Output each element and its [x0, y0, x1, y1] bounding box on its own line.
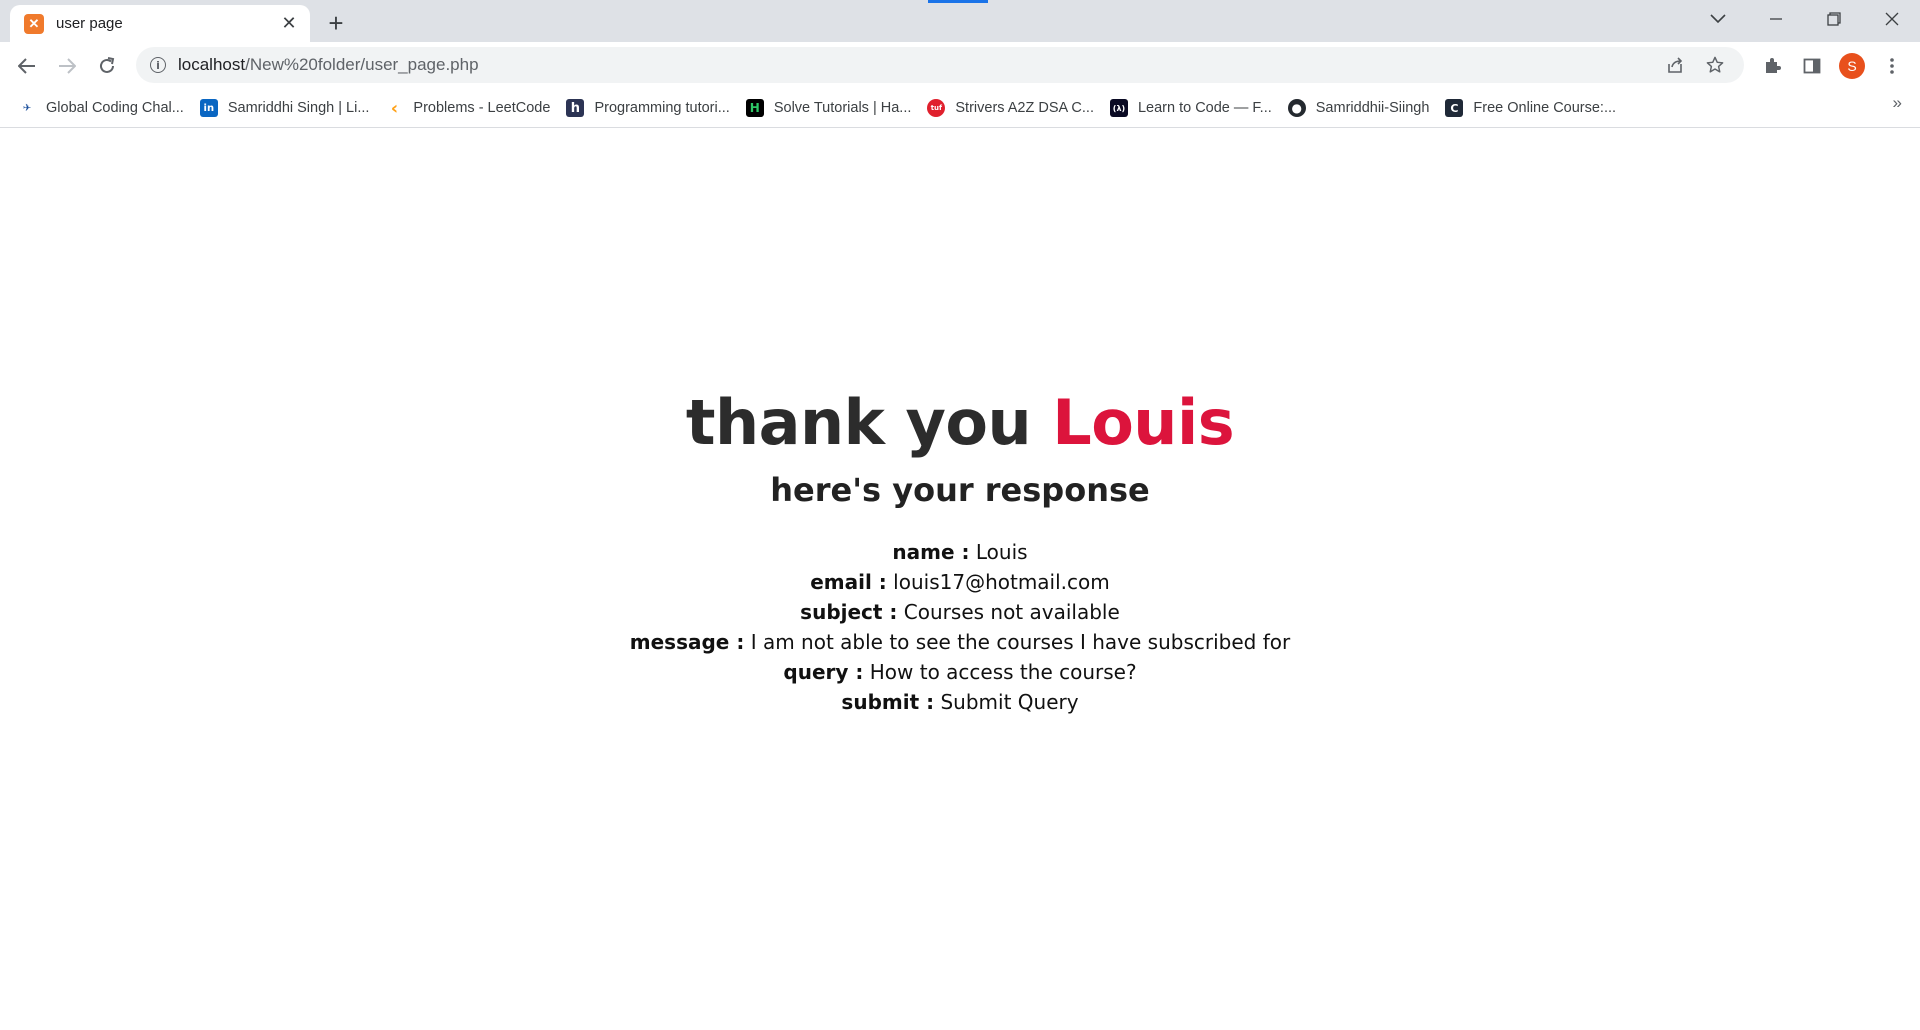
freecodecamp-icon: (λ): [1109, 99, 1128, 117]
bookmark-item[interactable]: tuf Strivers A2Z DSA C...: [925, 94, 1102, 122]
field-label: name :: [892, 540, 970, 564]
new-tab-button[interactable]: +: [321, 8, 351, 38]
profile-avatar[interactable]: S: [1839, 53, 1865, 79]
tab-title: user page: [56, 15, 123, 32]
takeuforward-icon: tuf: [927, 99, 946, 117]
chevron-down-icon[interactable]: [1690, 0, 1746, 38]
bookmark-item[interactable]: h Programming tutori...: [564, 94, 737, 122]
field-message: message : I am not able to see the cours…: [630, 627, 1290, 657]
bookmarks-bar: ✈ Global Coding Chal... in Samriddhi Sin…: [0, 89, 1920, 128]
bookmark-star-icon[interactable]: [1700, 50, 1730, 80]
codecademy-icon: C: [1445, 99, 1464, 117]
xampp-icon: ✕: [24, 13, 44, 34]
field-name: name : Louis: [892, 537, 1027, 567]
field-subject: subject : Courses not available: [800, 597, 1120, 627]
minimize-icon[interactable]: [1748, 0, 1804, 38]
bookmark-label: Solve Tutorials | Ha...: [773, 100, 912, 116]
codechef-icon: ✈: [18, 99, 36, 117]
heading-user-name: Louis: [1052, 386, 1235, 459]
field-value: Courses not available: [903, 600, 1120, 624]
field-value: Submit Query: [940, 690, 1079, 714]
field-query: query : How to access the course?: [783, 657, 1136, 687]
tab-user-page[interactable]: ✕ user page ✕: [10, 5, 310, 42]
bookmark-label: Samriddhi Singh | Li...: [227, 100, 370, 116]
hackerearth-icon: h: [566, 99, 585, 117]
bookmark-item[interactable]: H Solve Tutorials | Ha...: [744, 94, 920, 122]
browser-toolbar: i localhost/New%20folder/user_page.php S: [0, 42, 1920, 89]
bookmark-label: Global Coding Chal...: [46, 100, 184, 116]
bookmark-label: Free Online Course:...: [1473, 100, 1617, 116]
linkedin-icon: in: [199, 99, 218, 117]
field-email: email : louis17@hotmail.com: [810, 567, 1110, 597]
share-icon[interactable]: [1660, 50, 1690, 80]
field-label: query :: [783, 660, 864, 684]
field-value: Louis: [975, 540, 1028, 564]
field-label: message :: [629, 630, 745, 654]
field-value: louis17@hotmail.com: [893, 570, 1110, 594]
url-host: localhost: [178, 55, 246, 74]
bookmark-label: Samriddhii-Siingh: [1315, 100, 1430, 116]
restore-icon[interactable]: [1806, 0, 1862, 38]
extensions-puzzle-icon[interactable]: [1756, 50, 1788, 82]
bookmark-label: Strivers A2Z DSA C...: [955, 100, 1094, 116]
hackerrank-icon: H: [745, 99, 764, 117]
back-arrow-icon[interactable]: [11, 50, 43, 82]
field-value: I am not able to see the courses I have …: [750, 630, 1291, 654]
kebab-menu-icon[interactable]: [1876, 50, 1908, 82]
url-text[interactable]: localhost/New%20folder/user_page.php: [178, 55, 1650, 75]
heading-prefix: thank you: [685, 386, 1032, 459]
close-icon[interactable]: [1864, 0, 1920, 38]
reload-icon[interactable]: [91, 50, 123, 82]
bookmark-item[interactable]: ● Samriddhii-Siingh: [1286, 94, 1438, 122]
field-value: How to access the course?: [869, 660, 1137, 684]
tab-strip: ✕ user page ✕ +: [0, 0, 1920, 42]
side-panel-icon[interactable]: [1796, 50, 1828, 82]
github-icon: ●: [1287, 99, 1306, 117]
bookmark-item[interactable]: in Samriddhi Singh | Li...: [198, 94, 378, 122]
bookmark-item[interactable]: ✈ Global Coding Chal...: [16, 94, 192, 122]
response-fields: name : Louis email : louis17@hotmail.com…: [630, 537, 1290, 717]
bookmark-label: Programming tutori...: [594, 100, 730, 116]
leetcode-icon: ‹: [385, 98, 404, 119]
bookmark-label: Problems - LeetCode: [413, 100, 551, 116]
tab-close-icon[interactable]: ✕: [278, 13, 300, 35]
bookmark-item[interactable]: (λ) Learn to Code — F...: [1108, 94, 1280, 122]
page-content: thank you Louis here's your response nam…: [0, 129, 1920, 1030]
forward-arrow-icon[interactable]: [51, 50, 83, 82]
page-title: thank you Louis: [685, 386, 1235, 459]
info-icon[interactable]: i: [150, 57, 166, 73]
address-bar[interactable]: i localhost/New%20folder/user_page.php: [136, 47, 1744, 83]
bookmark-label: Learn to Code — F...: [1137, 100, 1272, 116]
bookmarks-overflow-icon[interactable]: »: [1893, 93, 1902, 113]
tab-strip-indicator: [928, 0, 988, 3]
field-submit: submit : Submit Query: [841, 687, 1078, 717]
bookmark-item[interactable]: ‹ Problems - LeetCode: [383, 94, 558, 122]
field-label: email :: [810, 570, 887, 594]
page-subtitle: here's your response: [770, 471, 1150, 509]
field-label: submit :: [841, 690, 935, 714]
url-path: /New%20folder/user_page.php: [245, 55, 479, 74]
field-label: subject :: [800, 600, 898, 624]
bookmark-item[interactable]: C Free Online Course:...: [1443, 94, 1624, 122]
